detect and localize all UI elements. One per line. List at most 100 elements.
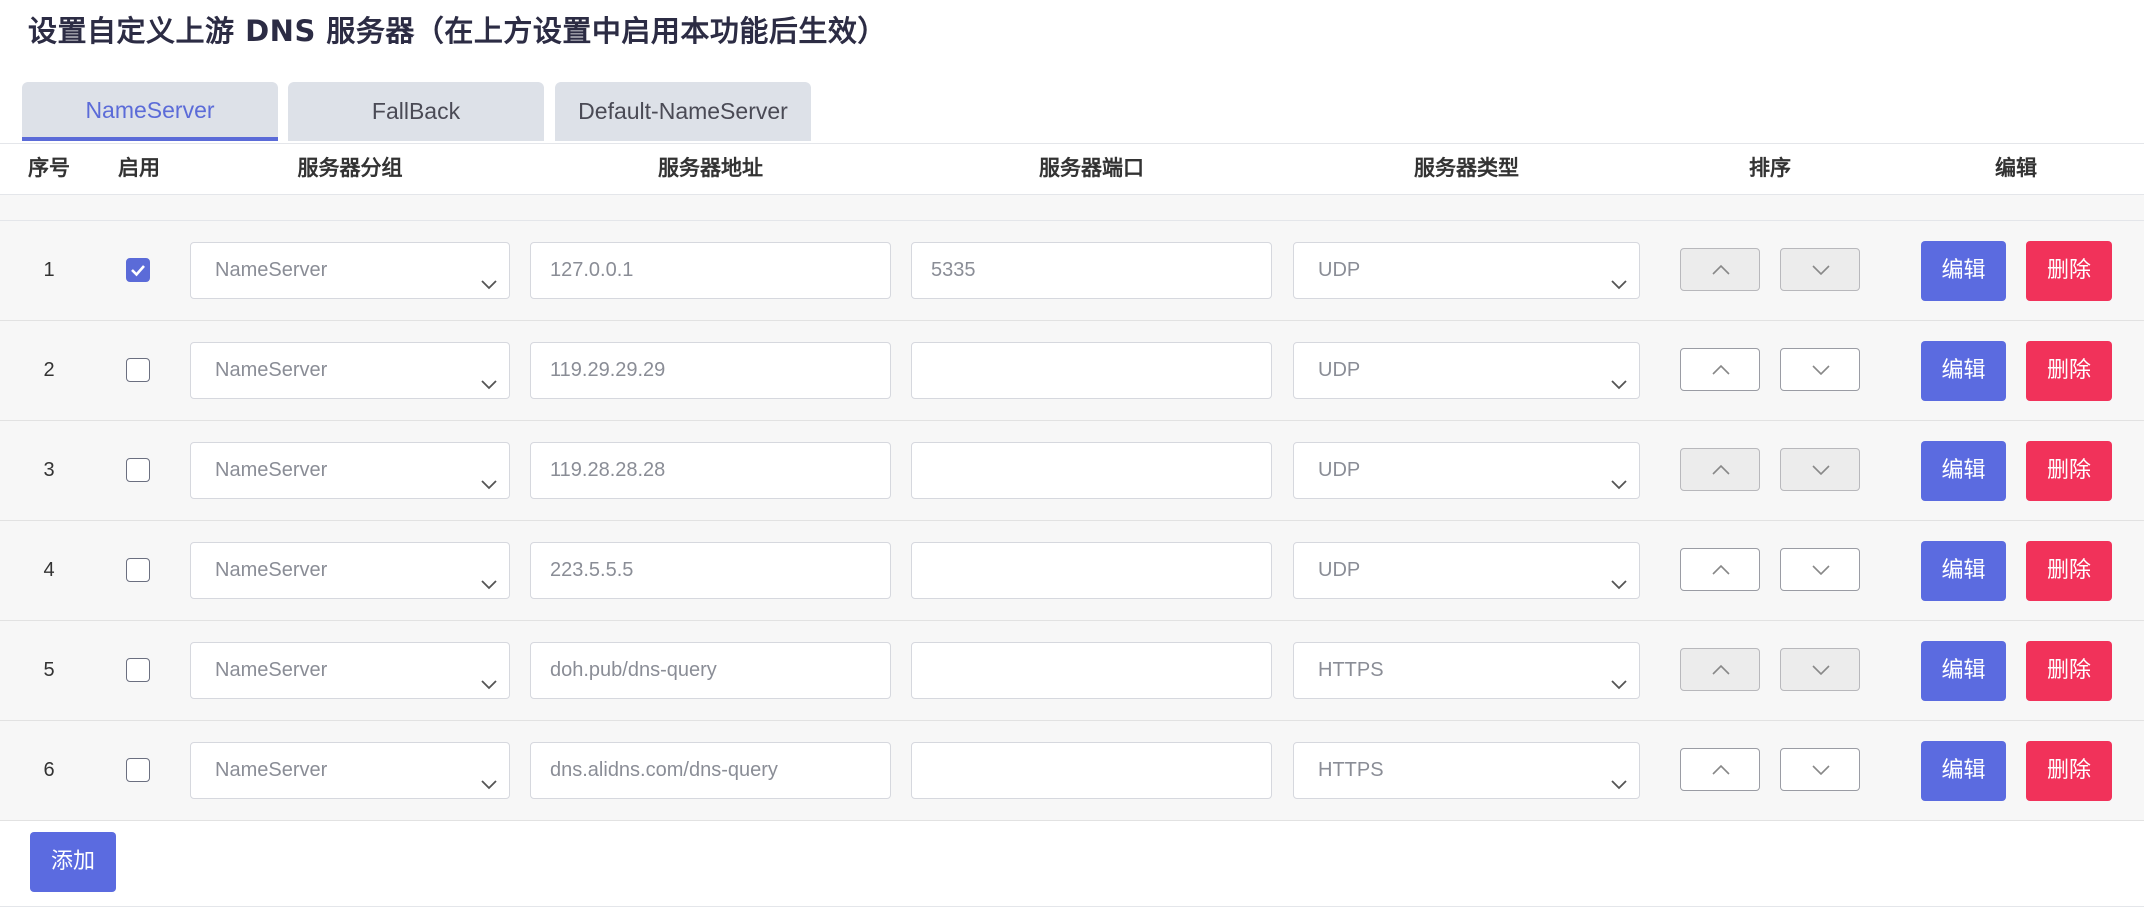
- port-input[interactable]: [911, 442, 1272, 499]
- page-title: 设置自定义上游 DNS 服务器（在上方设置中启用本功能后生效）: [28, 14, 887, 48]
- group-select[interactable]: NameServer: [190, 642, 510, 699]
- type-select-value: HTTPS: [1318, 659, 1384, 681]
- type-select-value: UDP: [1318, 559, 1361, 581]
- enable-checkbox[interactable]: [126, 258, 150, 282]
- delete-button[interactable]: 删除: [2026, 341, 2112, 401]
- col-address: 服务器地址: [658, 156, 763, 180]
- delete-button[interactable]: 删除: [2026, 741, 2112, 801]
- chevron-down-icon: [479, 361, 499, 390]
- address-value: 223.5.5.5: [550, 559, 634, 581]
- move-up-button[interactable]: [1680, 548, 1760, 591]
- tab-default-nameserver[interactable]: Default-NameServer: [555, 82, 811, 141]
- type-select[interactable]: UDP: [1293, 242, 1640, 299]
- delete-button[interactable]: 删除: [2026, 641, 2112, 701]
- move-up-button[interactable]: [1680, 748, 1760, 791]
- chevron-down-icon: [479, 261, 499, 290]
- table-row: 6 NameServer dns.alidns.com/dns-query HTTPS…: [0, 721, 2144, 821]
- edit-button[interactable]: 编辑: [1921, 741, 2006, 801]
- row-index: 1: [43, 259, 55, 281]
- move-up-button[interactable]: [1680, 348, 1760, 391]
- type-select-value: UDP: [1318, 359, 1361, 381]
- port-input[interactable]: [911, 542, 1272, 599]
- address-input[interactable]: 119.28.28.28: [530, 442, 891, 499]
- group-select-value: NameServer: [215, 559, 328, 581]
- row-index: 5: [43, 659, 55, 681]
- type-select-value: UDP: [1318, 459, 1361, 481]
- enable-checkbox[interactable]: [126, 458, 150, 482]
- chevron-down-icon: [479, 761, 499, 790]
- check-icon: [127, 259, 149, 281]
- chevron-down-icon: [1609, 561, 1629, 590]
- chevron-down-icon: [479, 661, 499, 690]
- port-input[interactable]: [911, 742, 1272, 799]
- address-value: 119.28.28.28: [550, 459, 666, 481]
- port-input[interactable]: 5335: [911, 242, 1272, 299]
- move-down-button[interactable]: [1780, 248, 1860, 291]
- edit-button[interactable]: 编辑: [1921, 241, 2006, 301]
- delete-button[interactable]: 删除: [2026, 541, 2112, 601]
- move-down-button[interactable]: [1780, 548, 1860, 591]
- address-input[interactable]: 119.29.29.29: [530, 342, 891, 399]
- col-index: 序号: [28, 156, 70, 180]
- chevron-down-icon: [479, 461, 499, 490]
- move-down-button[interactable]: [1780, 748, 1860, 791]
- tab-nameserver[interactable]: NameServer: [22, 82, 278, 141]
- enable-checkbox[interactable]: [126, 658, 150, 682]
- group-select-value: NameServer: [215, 259, 328, 281]
- group-select[interactable]: NameServer: [190, 242, 510, 299]
- move-down-button[interactable]: [1780, 348, 1860, 391]
- address-input[interactable]: 223.5.5.5: [530, 542, 891, 599]
- col-group: 服务器分组: [297, 156, 403, 180]
- move-down-button[interactable]: [1780, 448, 1860, 491]
- add-button[interactable]: 添加: [30, 832, 116, 892]
- port-input[interactable]: [911, 342, 1272, 399]
- table-row: 3 NameServer 119.28.28.28 UDP 编辑 删除: [0, 421, 2144, 521]
- row-index: 4: [43, 559, 55, 581]
- move-up-button[interactable]: [1680, 648, 1760, 691]
- enable-checkbox[interactable]: [126, 758, 150, 782]
- group-select[interactable]: NameServer: [190, 442, 510, 499]
- move-up-button[interactable]: [1680, 448, 1760, 491]
- address-input[interactable]: 127.0.0.1: [530, 242, 891, 299]
- edit-button[interactable]: 编辑: [1921, 641, 2006, 701]
- group-select-value: NameServer: [215, 759, 328, 781]
- edit-button[interactable]: 编辑: [1921, 341, 2006, 401]
- edit-button[interactable]: 编辑: [1921, 541, 2006, 601]
- col-type: 服务器类型: [1414, 156, 1519, 180]
- delete-button[interactable]: 删除: [2026, 441, 2112, 501]
- type-select[interactable]: HTTPS: [1293, 642, 1640, 699]
- address-input[interactable]: doh.pub/dns-query: [530, 642, 891, 699]
- group-select-value: NameServer: [215, 659, 328, 681]
- col-port: 服务器端口: [1039, 156, 1144, 180]
- chevron-down-icon: [1609, 261, 1629, 290]
- move-up-button[interactable]: [1680, 248, 1760, 291]
- row-index: 2: [43, 359, 55, 381]
- bottom-divider: [0, 906, 2144, 907]
- type-select-value: UDP: [1318, 259, 1361, 281]
- delete-button[interactable]: 删除: [2026, 241, 2112, 301]
- group-select[interactable]: NameServer: [190, 342, 510, 399]
- edit-button[interactable]: 编辑: [1921, 441, 2006, 501]
- type-select[interactable]: UDP: [1293, 342, 1640, 399]
- address-value: doh.pub/dns-query: [550, 659, 717, 681]
- tab-fallback[interactable]: FallBack: [288, 82, 544, 141]
- row-index: 6: [43, 759, 55, 781]
- group-select-value: NameServer: [215, 359, 328, 381]
- type-select[interactable]: UDP: [1293, 442, 1640, 499]
- group-select[interactable]: NameServer: [190, 542, 510, 599]
- address-input[interactable]: dns.alidns.com/dns-query: [530, 742, 891, 799]
- move-down-button[interactable]: [1780, 648, 1860, 691]
- group-select-value: NameServer: [215, 459, 328, 481]
- table-spacer: [0, 195, 2144, 221]
- enable-checkbox[interactable]: [126, 358, 150, 382]
- type-select[interactable]: UDP: [1293, 542, 1640, 599]
- group-select[interactable]: NameServer: [190, 742, 510, 799]
- enable-checkbox[interactable]: [126, 558, 150, 582]
- col-enabled: 启用: [118, 156, 160, 180]
- address-value: dns.alidns.com/dns-query: [550, 759, 778, 781]
- chevron-down-icon: [1609, 461, 1629, 490]
- type-select[interactable]: HTTPS: [1293, 742, 1640, 799]
- port-input[interactable]: [911, 642, 1272, 699]
- chevron-down-icon: [1609, 361, 1629, 390]
- chevron-down-icon: [479, 561, 499, 590]
